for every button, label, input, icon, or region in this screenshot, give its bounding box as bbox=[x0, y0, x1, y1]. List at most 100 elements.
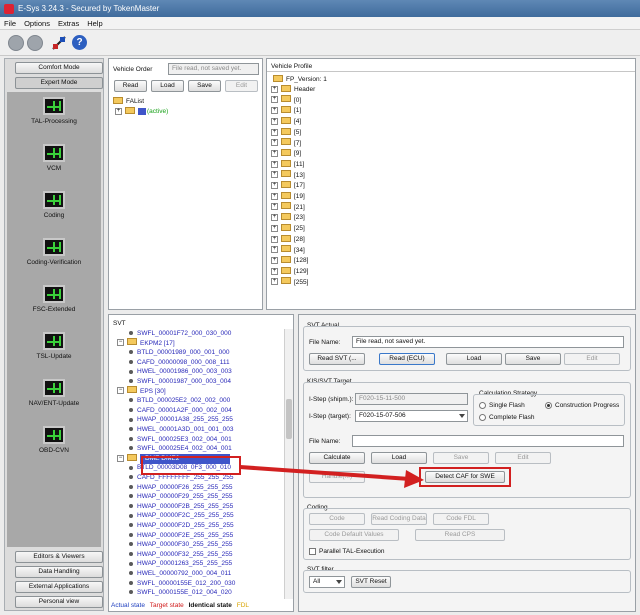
read-cps-button[interactable]: Read CPS bbox=[415, 529, 505, 541]
svt-ecu-node[interactable]: − EKPM2 [17] bbox=[117, 338, 175, 349]
expert-mode-button[interactable]: Expert Mode bbox=[15, 77, 103, 89]
expand-icon[interactable]: + bbox=[271, 278, 278, 286]
external-applications-button[interactable]: External Applications bbox=[15, 581, 103, 593]
svt-swe-item[interactable]: HWAP_00000F2D_255_255_255 bbox=[129, 521, 234, 531]
sidebar-item-nav-ent-update[interactable]: NAV/ENT-Update bbox=[10, 379, 98, 407]
svt-actual-file-field[interactable]: File read, not saved yet. bbox=[352, 336, 624, 348]
radio-icon[interactable] bbox=[479, 401, 486, 409]
vo-save-button[interactable]: Save bbox=[188, 80, 221, 92]
istep-target-select[interactable]: F020-15-07-506 bbox=[355, 410, 468, 422]
expand-icon[interactable]: + bbox=[271, 139, 278, 147]
svt-swe-item[interactable]: SWFL_0000155E_012_004_020 bbox=[129, 588, 232, 598]
svt-swe-item[interactable]: HWEL_00001986_000_003_003 bbox=[129, 367, 232, 377]
expand-icon[interactable]: + bbox=[271, 256, 278, 264]
svt-swe-item[interactable]: HWAP_00000F32_255_255_255 bbox=[129, 550, 233, 560]
expand-icon[interactable]: + bbox=[271, 214, 278, 222]
menu-extras[interactable]: Extras bbox=[54, 17, 83, 30]
profile-item[interactable]: + [25] bbox=[271, 223, 305, 234]
read-ecu-button[interactable]: Read (ECU) bbox=[379, 353, 435, 365]
back-icon[interactable] bbox=[8, 35, 24, 51]
menu-help[interactable]: Help bbox=[83, 17, 106, 30]
expand-icon[interactable]: + bbox=[271, 182, 278, 190]
kis-file-field[interactable] bbox=[352, 435, 624, 447]
data-handling-button[interactable]: Data Handling bbox=[15, 566, 103, 578]
profile-item[interactable]: + [0] bbox=[271, 95, 301, 106]
svt-swe-item[interactable]: SWFL_000025E4_002_004_001 bbox=[129, 444, 232, 454]
svt-swe-item[interactable]: HWAP_00000F2B_255_255_255 bbox=[129, 502, 233, 512]
svt-swe-item[interactable]: HWAP_00000F30_255_255_255 bbox=[129, 540, 233, 550]
svt-swe-item[interactable]: HWAP_00000F2C_255_255_255 bbox=[129, 511, 234, 521]
radio-selected-icon[interactable] bbox=[545, 401, 552, 409]
expand-icon[interactable]: + bbox=[271, 171, 278, 179]
expand-icon[interactable]: + bbox=[271, 128, 278, 136]
profile-item[interactable]: + [11] bbox=[271, 159, 304, 170]
read-coding-data-button[interactable]: Read Coding Data bbox=[371, 513, 427, 525]
svt-swe-item[interactable]: SWFL_000025E3_002_004_001 bbox=[129, 435, 232, 445]
svt-swe-item[interactable]: HWAP_00000F2E_255_255_255 bbox=[129, 531, 233, 541]
sidebar-item-tal-processing[interactable]: TAL-Processing bbox=[10, 97, 98, 125]
expand-icon[interactable]: + bbox=[115, 107, 122, 115]
profile-item[interactable]: + [19] bbox=[271, 191, 305, 202]
svt-swe-item[interactable]: SWFL_00001987_000_003_004 bbox=[129, 377, 231, 387]
profile-item[interactable]: + [28] bbox=[271, 234, 305, 245]
svt-swe-item[interactable]: CAFD_00001A2F_000_002_004 bbox=[129, 406, 232, 416]
vo-edit-button[interactable]: Edit bbox=[225, 80, 258, 92]
profile-item[interactable]: + [13] bbox=[271, 170, 305, 181]
comfort-mode-button[interactable]: Comfort Mode bbox=[15, 62, 103, 74]
svt-swe-item[interactable]: BTLD_00001989_000_001_000 bbox=[129, 348, 230, 358]
profile-item[interactable]: + [129] bbox=[271, 266, 308, 277]
radio-single-flash[interactable]: Single Flash bbox=[479, 401, 525, 410]
svt-reset-button[interactable]: SVT Reset bbox=[351, 576, 391, 588]
expand-icon[interactable]: + bbox=[271, 149, 278, 157]
svt-actual-load-button[interactable]: Load bbox=[446, 353, 502, 365]
istep-shipm-select[interactable]: F020-15-11-500 bbox=[355, 393, 468, 405]
svt-swe-item[interactable]: SWFL_00001F72_000_030_000 bbox=[129, 329, 231, 339]
profile-item[interactable]: + [23] bbox=[271, 213, 305, 223]
expand-icon[interactable]: + bbox=[271, 267, 278, 275]
profile-item[interactable]: + [9] bbox=[271, 148, 301, 159]
profile-root[interactable]: FP_Version: 1 bbox=[273, 74, 327, 85]
connect-icon[interactable] bbox=[52, 36, 66, 50]
menu-options[interactable]: Options bbox=[20, 17, 54, 30]
sidebar-item-coding-verification[interactable]: Coding-Verification bbox=[10, 238, 98, 266]
kis-edit-button[interactable]: Edit bbox=[495, 452, 551, 464]
svt-swe-item[interactable]: HWAP_00001A38_255_255_255 bbox=[129, 415, 233, 425]
help-icon[interactable]: ? bbox=[72, 35, 87, 50]
sidebar-item-tsl-update[interactable]: TSL-Update bbox=[10, 332, 98, 360]
sidebar-item-fsc-extended[interactable]: FSC-Extended bbox=[10, 285, 98, 313]
menu-file[interactable]: File bbox=[0, 17, 20, 30]
profile-item[interactable]: + [17] bbox=[271, 181, 305, 191]
code-default-values-button[interactable]: Code Default Values bbox=[309, 529, 399, 541]
radio-complete-flash[interactable]: Complete Flash bbox=[479, 413, 535, 422]
radio-icon[interactable] bbox=[479, 413, 486, 421]
svt-swe-item[interactable]: HWEL_00000792_000_004_011 bbox=[129, 569, 231, 579]
sidebar-item-vcm[interactable]: VCM bbox=[10, 144, 98, 172]
vo-read-button[interactable]: Read bbox=[114, 80, 147, 92]
profile-item[interactable]: + [4] bbox=[271, 116, 301, 127]
profile-item[interactable]: + [5] bbox=[271, 127, 301, 138]
expand-icon[interactable]: + bbox=[271, 96, 278, 104]
code-button[interactable]: Code bbox=[309, 513, 365, 525]
scrollbar-thumb[interactable] bbox=[286, 399, 292, 439]
collapse-icon[interactable]: − bbox=[117, 454, 124, 462]
editors-viewers-button[interactable]: Editors & Viewers bbox=[15, 551, 103, 563]
personal-view-button[interactable]: Personal view bbox=[15, 596, 103, 608]
read-svt-button[interactable]: Read SVT (... bbox=[309, 353, 365, 365]
tree-falist-child[interactable]: + (active) bbox=[115, 106, 168, 117]
svt-ecu-node[interactable]: − EPS [30] bbox=[117, 386, 166, 397]
svt-swe-item[interactable]: HWAP_00001263_255_255_255 bbox=[129, 559, 232, 569]
radio-construction-progress[interactable]: Construction Progress bbox=[545, 401, 619, 410]
profile-item[interactable]: + [1] bbox=[271, 106, 301, 116]
collapse-icon[interactable]: − bbox=[117, 387, 124, 395]
expand-icon[interactable]: + bbox=[271, 192, 278, 200]
svt-swe-item[interactable]: BTLD_000025E2_002_002_000 bbox=[129, 396, 230, 406]
profile-item[interactable]: + [21] bbox=[271, 202, 305, 213]
expand-icon[interactable]: + bbox=[271, 235, 278, 243]
kis-save-button[interactable]: Save bbox=[433, 452, 489, 464]
sidebar-item-coding[interactable]: Coding bbox=[10, 191, 98, 219]
svt-swe-item[interactable]: HWEL_00001A3D_001_001_003 bbox=[129, 425, 234, 435]
parallel-tal-checkbox[interactable]: Parallel TAL-Execution bbox=[309, 547, 385, 556]
profile-item[interactable]: + [7] bbox=[271, 138, 301, 149]
expand-icon[interactable]: + bbox=[271, 246, 278, 254]
checkbox-icon[interactable] bbox=[309, 547, 316, 555]
